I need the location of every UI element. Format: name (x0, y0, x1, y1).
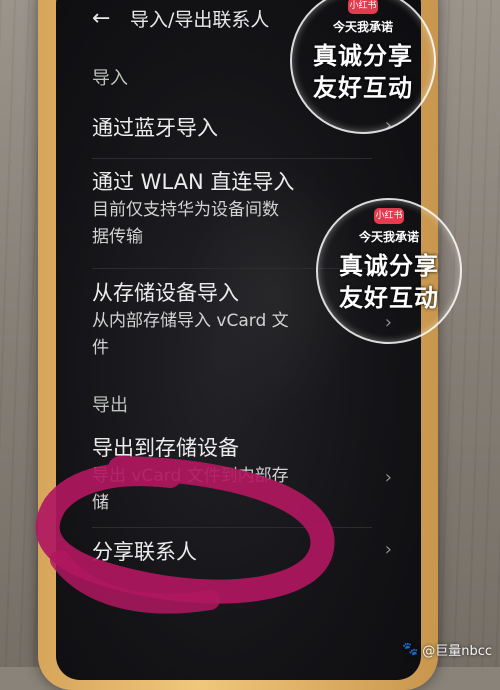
divider (92, 158, 372, 159)
stamp-line: 今天我承诺 (358, 230, 419, 244)
stamp-line: 友好互动 (313, 74, 413, 102)
item-subtitle: 件 (92, 338, 109, 358)
top-bar: ← 导入/导出联系人 (92, 2, 269, 34)
stamp-line: 友好互动 (339, 284, 439, 312)
list-item-share-contacts[interactable]: 分享联系人 › (92, 537, 392, 567)
author-credit: 🐾 @巨量nbcc (402, 640, 492, 659)
item-subtitle: 导出 vCard 文件到内部存 (92, 466, 289, 486)
list-item-storage-export[interactable]: 导出到存储设备 导出 vCard 文件到内部存 储 › (92, 433, 392, 517)
page-title: 导入/导出联系人 (130, 8, 270, 31)
stamp-line: 真诚分享 (339, 252, 439, 280)
chevron-right-icon: › (384, 539, 392, 560)
xiaohongshu-badge: 小红书 (348, 0, 378, 14)
item-title: 分享联系人 (92, 540, 197, 564)
watermark-stamp: 小红书 今天我承诺 真诚分享 友好互动 (316, 198, 462, 344)
credit-text: @巨量nbcc (422, 644, 492, 659)
item-subtitle: 储 (92, 493, 109, 513)
divider (92, 527, 372, 528)
stamp-line: 真诚分享 (313, 42, 413, 70)
stamp-line: 今天我承诺 (332, 20, 393, 34)
item-title: 通过 WLAN 直连导入 (92, 170, 295, 194)
section-header-import: 导入 (92, 68, 128, 89)
section-header-export: 导出 (92, 395, 128, 416)
arrow-left-icon[interactable]: ← (92, 6, 116, 31)
item-title: 导出到存储设备 (92, 436, 239, 460)
xiaohongshu-badge: 小红书 (374, 208, 404, 224)
chevron-right-icon: › (384, 467, 392, 488)
paw-icon: 🐾 (402, 642, 419, 657)
